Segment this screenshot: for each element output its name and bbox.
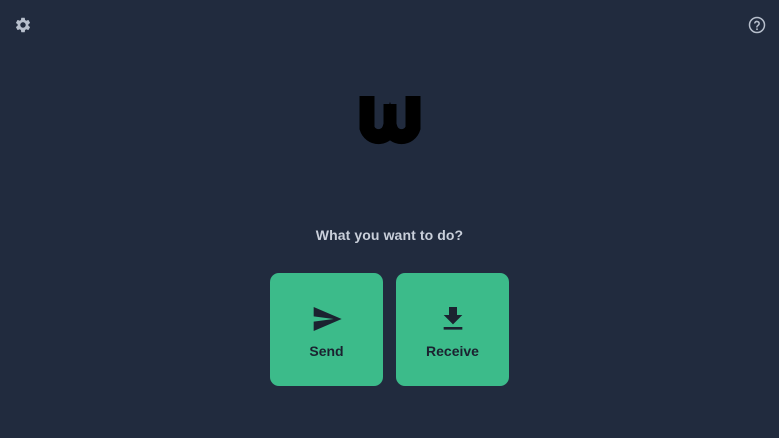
prompt-text: What you want to do?: [315, 227, 464, 243]
receive-button-label: Receive: [426, 343, 479, 359]
send-button-label: Send: [309, 343, 344, 359]
gear-icon: [15, 17, 31, 33]
help-circle-icon: [748, 16, 766, 34]
w-logo-icon: [359, 96, 421, 144]
send-icon: [313, 307, 342, 331]
help-button[interactable]: [748, 16, 766, 34]
download-icon: [443, 307, 462, 330]
receive-button[interactable]: Receive: [396, 273, 509, 386]
send-button[interactable]: Send: [270, 273, 383, 386]
settings-button[interactable]: [14, 16, 32, 34]
